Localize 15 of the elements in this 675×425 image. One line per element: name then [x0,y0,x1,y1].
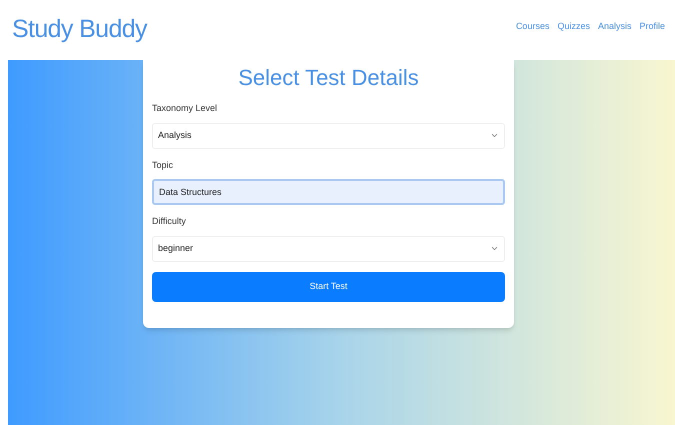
field-label: Topic [152,158,174,172]
start-test-button[interactable]: Start Test [152,272,505,302]
nav-link[interactable]: Quizzes [557,20,590,34]
chevron-down-icon [490,244,499,253]
nav-link[interactable]: Profile [639,20,665,34]
text-field[interactable]: Data Structures [152,179,505,205]
nav-link[interactable]: Courses [516,20,550,34]
select-field[interactable]: beginner [152,236,505,262]
chevron-down-icon [490,131,499,140]
nav-link[interactable]: Analysis [598,20,632,34]
field-label: Taxonomy Level [152,102,218,115]
select-field[interactable]: Analysis [152,122,505,148]
field-label: Difficulty [152,215,187,228]
brand-logo[interactable]: Study Buddy [12,14,147,44]
form-title: Select Test Details [237,64,420,92]
